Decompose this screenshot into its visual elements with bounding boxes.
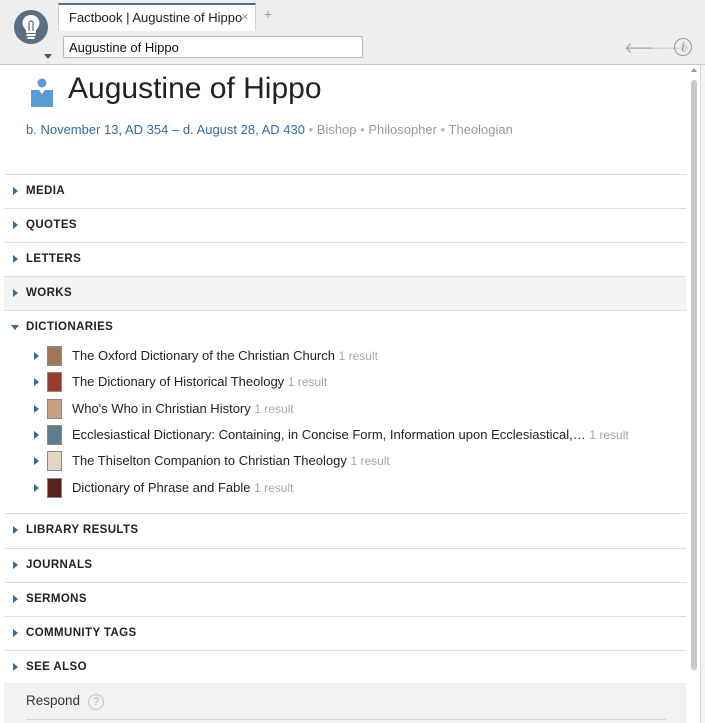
expand-icon[interactable] — [34, 431, 39, 439]
resource-title[interactable]: The Thiselton Companion to Christian The… — [72, 453, 390, 468]
tab-title: Factbook | Augustine of Hippo — [69, 10, 243, 25]
role-philosopher[interactable]: Philosopher — [368, 122, 437, 137]
collapse-icon — [11, 325, 19, 330]
resource-title[interactable]: Dictionary of Phrase and Fable 1 result — [72, 480, 293, 495]
page-title: Augustine of Hippo — [68, 72, 322, 105]
section-library-results[interactable]: LIBRARY RESULTS — [4, 513, 686, 547]
factbook-logo-button[interactable] — [0, 0, 58, 65]
section-label: JOURNALS — [26, 559, 93, 571]
expand-icon — [13, 629, 18, 637]
list-item[interactable]: Who's Who in Christian History 1 result — [4, 397, 686, 423]
section-label: MEDIA — [26, 185, 66, 197]
lightbulb-icon — [14, 10, 48, 44]
section-label: WORKS — [26, 287, 73, 299]
help-icon[interactable]: ? — [88, 694, 104, 710]
resource-title[interactable]: Who's Who in Christian History 1 result — [72, 401, 294, 416]
section-label: LETTERS — [26, 253, 82, 265]
list-item[interactable]: Dictionary of Phrase and Fable 1 result — [4, 476, 686, 502]
expand-icon — [13, 255, 18, 263]
section-label: QUOTES — [26, 219, 77, 231]
expand-icon[interactable] — [34, 405, 39, 413]
book-cover-icon — [47, 399, 62, 419]
expand-icon — [13, 187, 18, 195]
toolbar: Factbook | Augustine of Hippo × + 🡐 🡒 i — [0, 0, 705, 65]
list-item[interactable]: Ecclesiastical Dictionary: Containing, i… — [4, 423, 686, 449]
result-count: 1 result — [254, 402, 294, 416]
list-item[interactable]: The Thiselton Companion to Christian The… — [4, 449, 686, 475]
section-community-tags[interactable]: COMMUNITY TAGS — [4, 616, 686, 650]
role-theologian[interactable]: Theologian — [449, 122, 513, 137]
section-label: SEE ALSO — [26, 661, 87, 673]
result-count: 1 result — [589, 428, 629, 442]
expand-icon — [13, 221, 18, 229]
role-bishop[interactable]: Bishop — [317, 122, 357, 137]
section-letters[interactable]: LETTERS — [4, 242, 686, 276]
expand-icon — [13, 561, 18, 569]
section-sermons[interactable]: SERMONS — [4, 582, 686, 616]
result-count: 1 result — [338, 349, 378, 363]
close-icon[interactable]: × — [241, 9, 249, 24]
expand-icon — [13, 289, 18, 297]
chevron-down-icon — [44, 54, 52, 59]
section-label: SERMONS — [26, 593, 87, 605]
expand-icon[interactable] — [34, 484, 39, 492]
tab-factbook[interactable]: Factbook | Augustine of Hippo × — [58, 3, 256, 31]
respond-panel: Respond ? — [4, 683, 686, 723]
book-cover-icon — [47, 425, 62, 445]
list-item[interactable]: The Oxford Dictionary of the Christian C… — [4, 344, 686, 370]
section-label: COMMUNITY TAGS — [26, 627, 137, 639]
expand-icon[interactable] — [34, 352, 39, 360]
expand-icon — [13, 595, 18, 603]
section-label: DICTIONARIES — [26, 321, 114, 333]
book-cover-icon — [47, 478, 62, 498]
scroll-up-icon[interactable] — [691, 68, 697, 72]
expand-icon[interactable] — [34, 457, 39, 465]
result-count: 1 result — [287, 375, 328, 389]
section-media[interactable]: MEDIA — [4, 174, 686, 208]
section-label: LIBRARY RESULTS — [26, 524, 139, 536]
separator: • — [308, 122, 317, 137]
book-cover-icon — [47, 372, 62, 392]
result-count: 1 result — [254, 481, 294, 495]
separator: • — [440, 122, 449, 137]
resource-title[interactable]: The Dictionary of Historical Theology 1 … — [72, 374, 327, 389]
search-input[interactable] — [63, 36, 363, 58]
person-icon — [31, 78, 53, 107]
section-works[interactable]: WORKS — [4, 276, 686, 310]
expand-icon — [13, 526, 18, 534]
info-icon[interactable]: i — [674, 38, 692, 56]
section-dictionaries[interactable]: DICTIONARIES — [4, 310, 686, 344]
factbook-content: Augustine of Hippo b. November 13, AD 35… — [4, 66, 686, 723]
expand-icon — [13, 663, 18, 671]
list-item[interactable]: The Dictionary of Historical Theology 1 … — [4, 370, 686, 396]
expand-icon[interactable] — [34, 378, 39, 386]
section-journals[interactable]: JOURNALS — [4, 548, 686, 582]
respond-input[interactable] — [26, 719, 666, 720]
add-tab-button[interactable]: + — [264, 6, 272, 22]
resource-title[interactable]: Ecclesiastical Dictionary: Containing, i… — [72, 427, 629, 442]
resource-title[interactable]: The Oxford Dictionary of the Christian C… — [72, 348, 378, 363]
book-cover-icon — [47, 451, 62, 471]
respond-label: Respond — [26, 693, 81, 708]
book-cover-icon — [47, 346, 62, 366]
person-subtitle: b. November 13, AD 354 – d. August 28, A… — [26, 122, 513, 137]
result-count: 1 result — [350, 454, 390, 468]
section-see-also[interactable]: SEE ALSO — [4, 650, 686, 684]
section-quotes[interactable]: QUOTES — [4, 208, 686, 242]
life-dates-link[interactable]: b. November 13, AD 354 – d. August 28, A… — [26, 122, 305, 137]
window-edge — [700, 65, 705, 723]
scrollbar-thumb[interactable] — [691, 80, 697, 670]
